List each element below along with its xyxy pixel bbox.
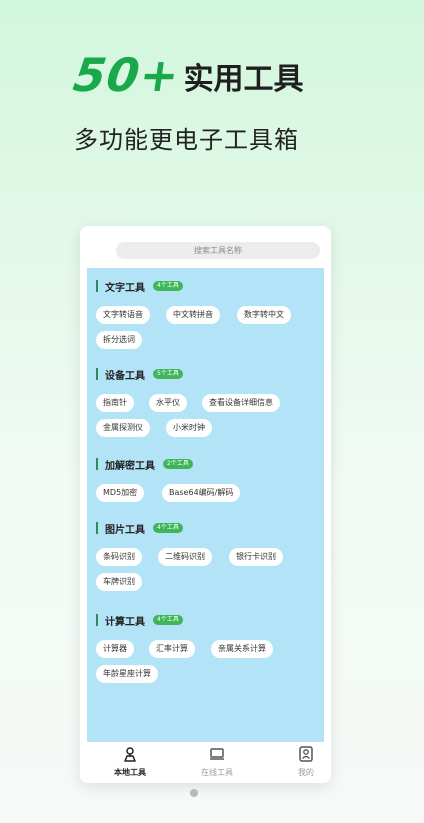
tool-chip[interactable]: 水平仪: [149, 394, 187, 412]
section-calc-tools: 计算工具 4个工具 计算器 汇率计算 亲属关系计算 年龄星座计算: [87, 612, 324, 683]
online-tools-icon: [210, 748, 224, 760]
tool-chip[interactable]: 金属探测仪: [96, 419, 150, 437]
tool-chip[interactable]: 二维码识别: [158, 548, 212, 566]
phone-mockup: 搜索工具名称 文字工具 4个工具 文字转语音 中文转拼音 数字转中文 拆分选词 …: [80, 226, 331, 783]
section-count-badge: 4个工具: [153, 281, 183, 291]
tool-chip[interactable]: 亲属关系计算: [211, 640, 273, 658]
tab-profile[interactable]: 我的: [276, 742, 331, 783]
section-header: 加解密工具 2个工具: [87, 456, 324, 472]
search-input[interactable]: 搜索工具名称: [116, 242, 320, 259]
tool-chip[interactable]: 中文转拼音: [166, 306, 220, 324]
local-tools-icon: [124, 747, 136, 762]
tool-chip[interactable]: 查看设备详细信息: [202, 394, 280, 412]
section-image-tools: 图片工具 4个工具 条码识别 二维码识别 银行卡识别 车牌识别: [87, 520, 324, 591]
section-count-badge: 2个工具: [163, 459, 193, 469]
tab-label: 本地工具: [114, 768, 146, 777]
section-device-tools: 设备工具 5个工具 指南针 水平仪 查看设备详细信息 金属探测仪 小米时钟: [87, 366, 324, 437]
section-text-tools: 文字工具 4个工具 文字转语音 中文转拼音 数字转中文 拆分选词: [87, 278, 324, 349]
section-header: 设备工具 5个工具: [87, 366, 324, 382]
section-title: 文字工具: [105, 283, 145, 294]
section-header: 文字工具 4个工具: [87, 278, 324, 294]
section-header: 计算工具 4个工具: [87, 612, 324, 628]
section-count-badge: 5个工具: [153, 369, 183, 379]
section-accent-bar: [96, 280, 98, 292]
section-accent-bar: [96, 614, 98, 626]
section-title: 计算工具: [105, 617, 145, 628]
hero-big-text: 50+: [70, 48, 184, 102]
tool-chip[interactable]: 车牌识别: [96, 573, 142, 591]
section-accent-bar: [96, 368, 98, 380]
tab-label: 在线工具: [201, 768, 233, 777]
section-title: 图片工具: [105, 525, 145, 536]
tool-chip[interactable]: 年龄星座计算: [96, 665, 158, 683]
tool-chip[interactable]: 文字转语音: [96, 306, 150, 324]
tool-chip[interactable]: 指南针: [96, 394, 134, 412]
subtitle: 多功能更电子工具箱: [74, 126, 299, 154]
hero-title: 50+实用工具: [70, 48, 304, 108]
tool-chip[interactable]: 数字转中文: [237, 306, 291, 324]
section-accent-bar: [96, 458, 98, 470]
tool-chip[interactable]: 小米时钟: [166, 419, 212, 437]
section-count-badge: 4个工具: [153, 523, 183, 533]
tool-chip[interactable]: 银行卡识别: [229, 548, 283, 566]
page-indicator-dot: [190, 789, 198, 797]
hero-small-text: 实用工具: [183, 62, 304, 97]
tab-label: 我的: [298, 768, 314, 777]
tool-chip[interactable]: 计算器: [96, 640, 134, 658]
bottom-tab-bar: 本地工具 在线工具 我的: [80, 742, 331, 783]
profile-icon: [299, 746, 313, 762]
tool-chip[interactable]: 拆分选词: [96, 331, 142, 349]
section-count-badge: 4个工具: [153, 615, 183, 625]
tool-list: 文字工具 4个工具 文字转语音 中文转拼音 数字转中文 拆分选词 设备工具 5个…: [87, 268, 324, 742]
section-crypto-tools: 加解密工具 2个工具 MD5加密 Base64编码/解码: [87, 456, 324, 502]
tool-chip[interactable]: MD5加密: [96, 484, 145, 502]
tool-chip[interactable]: Base64编码/解码: [162, 484, 241, 502]
tool-chip[interactable]: 汇率计算: [149, 640, 195, 658]
tab-local-tools[interactable]: 本地工具: [100, 742, 160, 783]
section-title: 加解密工具: [105, 461, 155, 472]
section-accent-bar: [96, 522, 98, 534]
tool-chip[interactable]: 条码识别: [96, 548, 142, 566]
section-header: 图片工具 4个工具: [87, 520, 324, 536]
tab-online-tools[interactable]: 在线工具: [187, 742, 247, 783]
section-title: 设备工具: [105, 371, 145, 382]
